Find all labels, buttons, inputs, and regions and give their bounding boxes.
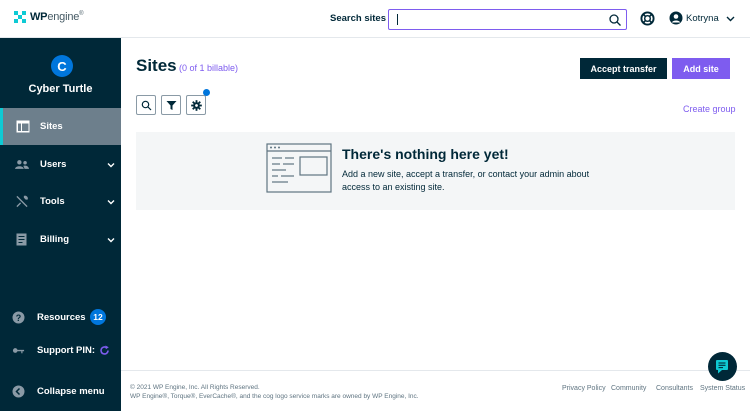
text-caret: [397, 14, 398, 25]
collapse-menu-button[interactable]: Collapse menu: [0, 382, 121, 402]
chevron-down-icon: [107, 238, 115, 243]
layout-icon: [16, 120, 30, 133]
footer: © 2021 WP Engine, Inc. All Rights Reserv…: [121, 370, 750, 411]
collapse-arrow-icon: [12, 385, 25, 398]
sidebar-item-label: Tools: [40, 196, 65, 207]
sidebar-item-users[interactable]: Users: [0, 146, 121, 183]
empty-state-description: Add a new site, accept a transfer, or co…: [342, 169, 590, 192]
notification-dot: [203, 89, 210, 96]
chevron-down-icon: [107, 200, 115, 205]
wp-engine-logo-icon: [14, 11, 26, 23]
tools-icon: [16, 195, 28, 208]
copyright: © 2021 WP Engine, Inc. All Rights Reserv…: [130, 383, 419, 401]
footer-link-community[interactable]: Community: [611, 385, 646, 392]
billable-count: (0 of 1 billable): [179, 63, 239, 73]
search-label: Search sites: [330, 13, 386, 24]
chat-icon: [716, 360, 728, 374]
user-name[interactable]: Kotryna: [686, 13, 719, 24]
copyright-line: © 2021 WP Engine, Inc. All Rights Reserv…: [130, 384, 260, 391]
gear-icon: [190, 99, 202, 111]
user-avatar-icon[interactable]: [669, 11, 683, 25]
collapse-menu-label: Collapse menu: [37, 386, 105, 397]
chevron-down-icon: [107, 163, 115, 168]
users-icon: [15, 160, 29, 169]
page-title: Sites: [136, 56, 177, 75]
search-icon[interactable]: [608, 13, 622, 27]
org-name: Cyber Turtle: [28, 83, 93, 95]
svg-text:?: ?: [16, 313, 22, 323]
footer-link-system-status[interactable]: System Status: [700, 385, 745, 392]
footer-link-consultants[interactable]: Consultants: [656, 385, 693, 392]
search-input[interactable]: [389, 11, 599, 30]
settings-button[interactable]: [186, 95, 206, 115]
chevron-down-icon[interactable]: [725, 13, 736, 24]
support-pin-label: Support PIN:: [37, 345, 96, 356]
resources-label: Resources: [37, 312, 86, 323]
resources-count-badge: 12: [90, 309, 106, 325]
help-circle-icon: ?: [12, 311, 25, 324]
trademark-line: WP Engine®, Torque®, EverCache®, and the…: [130, 393, 419, 400]
sidebar-item-label: Users: [40, 159, 67, 170]
accept-transfer-button[interactable]: Accept transfer: [580, 58, 667, 79]
sidebar-item-billing[interactable]: Billing: [0, 221, 121, 258]
sidebar: C Cyber Turtle Sites Users Tools Billing…: [0, 38, 121, 411]
help-lifebuoy-icon[interactable]: [640, 11, 655, 26]
sidebar-item-label: Billing: [40, 234, 70, 245]
browser-window-illustration-icon: [266, 143, 332, 193]
filter-button[interactable]: [161, 95, 181, 115]
add-site-button[interactable]: Add site: [672, 58, 730, 79]
billing-icon: [16, 233, 27, 246]
footer-link-privacy-policy[interactable]: Privacy Policy: [562, 385, 606, 392]
sidebar-item-label: Sites: [40, 121, 63, 132]
chat-support-button[interactable]: [708, 352, 737, 381]
logo-text: WPengine®: [30, 11, 84, 23]
filter-icon: [166, 100, 176, 110]
search-sites-field[interactable]: [388, 9, 627, 30]
sidebar-item-sites[interactable]: Sites: [0, 108, 121, 145]
org-avatar[interactable]: C: [51, 55, 73, 77]
sidebar-item-tools[interactable]: Tools: [0, 183, 121, 220]
empty-state-title: There's nothing here yet!: [342, 146, 509, 162]
sidebar-resources[interactable]: ? Resources 12: [0, 308, 121, 328]
key-icon: [12, 348, 25, 354]
wp-engine-logo[interactable]: WPengine®: [14, 11, 84, 23]
sidebar-support-pin: Support PIN:: [0, 341, 121, 361]
refresh-icon[interactable]: [99, 345, 110, 356]
search-sites-button[interactable]: [136, 95, 156, 115]
empty-state-panel: There's nothing here yet! Add a new site…: [136, 132, 735, 210]
create-group-link[interactable]: Create group: [683, 104, 736, 114]
search-icon: [141, 100, 151, 110]
top-bar: WPengine® Search sites Kotryna: [0, 0, 750, 38]
